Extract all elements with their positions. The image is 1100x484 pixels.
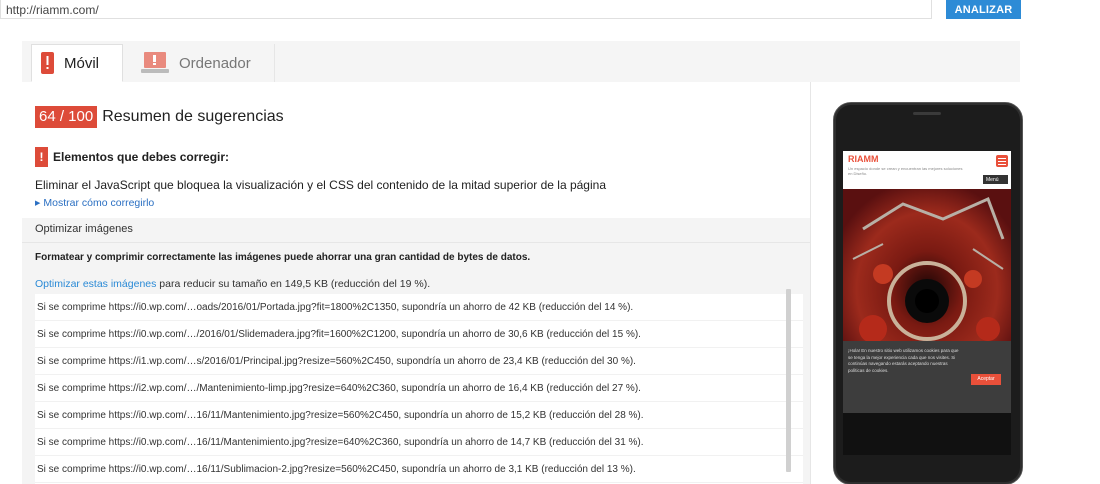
fix-title: Elementos que debes corregir: — [53, 150, 230, 164]
score-badge: 64 / 100 — [35, 106, 98, 128]
phone-frame: RIAMM Un espacio donde se crean y encuen… — [833, 102, 1023, 484]
screen-bottom — [843, 413, 1011, 455]
url-input[interactable] — [0, 0, 932, 19]
image-list[interactable]: Si se comprime https://i0.wp.com/…oads/2… — [35, 294, 803, 484]
list-item: Si se comprime https://i0.wp.com/…16/11/… — [35, 429, 803, 456]
optimize-images-panel: Optimizar imágenes Formatear y comprimir… — [22, 218, 810, 484]
results-panel: 64 / 100 Resumen de sugerencias ! Elemen… — [22, 82, 811, 484]
tab-mobile[interactable]: Móvil — [31, 44, 123, 82]
phone-speaker — [913, 112, 941, 115]
panel-description: Formatear y comprimir correctamente las … — [35, 252, 531, 263]
device-tabbar: Móvil Ordenador — [22, 41, 1020, 82]
optimize-summary: Optimizar estas imágenes para reducir su… — [35, 278, 430, 290]
scrollbar[interactable] — [786, 289, 791, 472]
list-item: Si se comprime https://i1.wp.com/…s/2016… — [35, 348, 803, 375]
mobile-preview: RIAMM Un espacio donde se crean y encuen… — [812, 82, 1023, 484]
list-item: Si se comprime https://i0.wp.com/…/2016/… — [35, 321, 803, 348]
site-logo: RIAMM — [848, 154, 879, 164]
optimize-summary-text: para reducir su tamaño en 149,5 KB (redu… — [156, 278, 431, 290]
warning-icon: ! — [35, 147, 48, 167]
tab-desktop-label: Ordenador — [179, 54, 251, 72]
cookie-text: ¡Hola! En nuestro sitio web utilizamos c… — [848, 348, 959, 373]
show-fix-label: Mostrar cómo corregirlo — [43, 197, 155, 209]
summary-title: Resumen de sugerencias — [102, 108, 284, 125]
desktop-icon — [141, 52, 169, 74]
optimize-images-link[interactable]: Optimizar estas imágenes — [35, 278, 156, 290]
rule-title: Eliminar el JavaScript que bloquea la vi… — [35, 178, 606, 192]
mobile-icon — [41, 52, 54, 74]
fix-header: ! Elementos que debes corregir: — [35, 147, 229, 167]
phone-screen: RIAMM Un espacio donde se crean y encuen… — [843, 151, 1011, 455]
list-item: Si se comprime https://i0.wp.com/…16/11/… — [35, 456, 803, 483]
analyze-button[interactable]: ANALIZAR — [946, 0, 1021, 19]
score-row: 64 / 100 Resumen de sugerencias — [35, 106, 284, 128]
list-item: Si se comprime https://i0.wp.com/…oads/2… — [35, 294, 803, 321]
site-tagline: Un espacio donde se crean y encuentran l… — [848, 166, 963, 176]
hamburger-icon — [996, 155, 1008, 167]
panel-heading[interactable]: Optimizar imágenes — [35, 223, 133, 235]
cookie-accept-button: Aceptar — [971, 374, 1001, 385]
cookie-banner: ¡Hola! En nuestro sitio web utilizamos c… — [843, 341, 1011, 413]
tab-mobile-label: Móvil — [64, 54, 100, 72]
list-item: Si se comprime https://i2.wp.com/…/Mante… — [35, 375, 803, 402]
triangle-right-icon: ▶ — [35, 200, 41, 207]
site-menu-button: Menú — [983, 175, 1008, 184]
url-row: ANALIZAR — [0, 0, 1100, 22]
list-item: Si se comprime https://i0.wp.com/…16/11/… — [35, 402, 803, 429]
tab-desktop[interactable]: Ordenador — [128, 44, 275, 82]
divider — [22, 242, 810, 243]
show-fix-link[interactable]: ▶ Mostrar cómo corregirlo — [35, 197, 154, 209]
